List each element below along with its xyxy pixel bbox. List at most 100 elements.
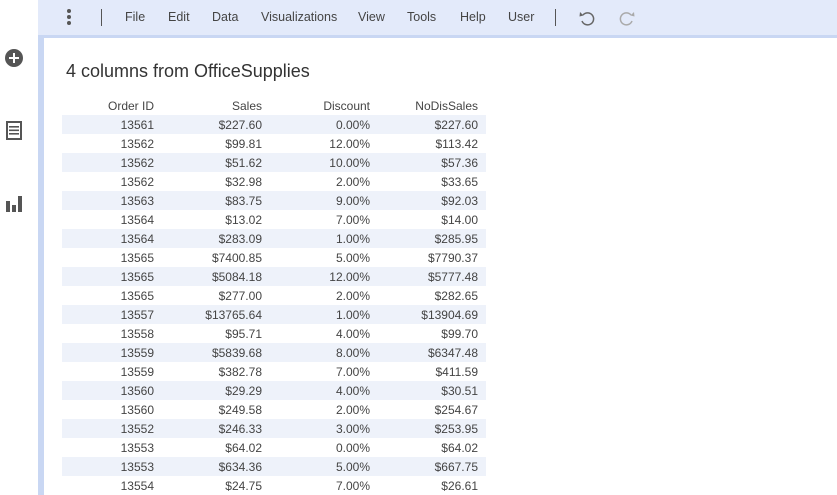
table-row[interactable]: 13559 $5839.68 8.00% $6347.48 — [62, 343, 486, 362]
discount-cell: 8.00% — [270, 343, 378, 362]
table-row[interactable]: 13553 $64.02 0.00% $64.02 — [62, 438, 486, 457]
order-id-cell: 13552 — [62, 419, 162, 438]
table-row[interactable]: 13560 $29.29 4.00% $30.51 — [62, 381, 486, 400]
table-row[interactable]: 13565 $7400.85 5.00% $7790.37 — [62, 248, 486, 267]
column-header-order-id[interactable]: Order ID — [62, 96, 162, 115]
discount-cell: 0.00% — [335, 440, 370, 455]
table-row[interactable]: 13562 $99.81 12.00% $113.42 — [62, 134, 486, 153]
nodissales-cell: $92.03 — [378, 191, 486, 210]
table-row[interactable]: 13560 $249.58 2.00% $254.67 — [62, 400, 486, 419]
left-rail — [0, 0, 38, 495]
discount-cell: 2.00% — [335, 402, 370, 417]
discount-cell: 4.00% — [270, 381, 378, 400]
sales-cell: $95.71 — [225, 326, 262, 341]
order-id-cell: 13557 — [62, 305, 162, 324]
table-row[interactable]: 13562 $32.98 2.00% $33.65 — [62, 172, 486, 191]
menu-file[interactable]: File — [125, 10, 145, 24]
table-row[interactable]: 13565 $5084.18 12.00% $5777.48 — [62, 267, 486, 286]
sales-cell: $13.02 — [225, 212, 262, 227]
nodissales-cell: $99.70 — [441, 326, 478, 341]
table-row[interactable]: 13559 $382.78 7.00% $411.59 — [62, 362, 486, 381]
nodissales-cell: $6347.48 — [378, 343, 486, 362]
sales-cell: $634.36 — [162, 457, 270, 476]
table-row[interactable]: 13558 $95.71 4.00% $99.70 — [62, 324, 486, 343]
menu-view[interactable]: View — [358, 10, 385, 24]
discount-cell: 1.00% — [270, 305, 378, 324]
order-id-cell: 13554 — [120, 478, 154, 493]
main-content: 4 columns from OfficeSupplies Order ID S… — [44, 38, 837, 495]
table-row[interactable]: 13564 $283.09 1.00% $285.95 — [62, 229, 486, 248]
table-row[interactable]: 13562 $51.62 10.00% $57.36 — [62, 153, 486, 172]
nodissales-cell: $667.75 — [378, 457, 486, 476]
order-id-cell: 13565 — [62, 267, 162, 286]
order-id-cell: 13559 — [62, 343, 162, 362]
table-row[interactable]: 13553 $634.36 5.00% $667.75 — [62, 457, 486, 476]
sales-cell: $51.62 — [162, 153, 270, 172]
table-row[interactable]: 13561 $227.60 0.00% $227.60 — [62, 115, 486, 134]
column-header-sales[interactable]: Sales — [162, 96, 270, 115]
order-id-cell: 13560 — [62, 381, 162, 400]
table-row[interactable]: 13554 $24.75 7.00% $26.61 — [62, 476, 486, 495]
order-id-cell: 13559 — [120, 364, 154, 379]
table-row[interactable]: 13557 $13765.64 1.00% $13904.69 — [62, 305, 486, 324]
discount-cell: 5.00% — [270, 457, 378, 476]
column-header-discount[interactable]: Discount — [270, 96, 378, 115]
sales-cell: $24.75 — [225, 478, 262, 493]
nodissales-cell: $113.42 — [435, 136, 479, 151]
discount-cell: 1.00% — [270, 229, 378, 248]
discount-cell: 10.00% — [270, 153, 378, 172]
menu-data[interactable]: Data — [212, 10, 238, 24]
sales-cell: $32.98 — [225, 174, 262, 189]
table-row[interactable]: 13563 $83.75 9.00% $92.03 — [62, 191, 486, 210]
discount-cell: 7.00% — [335, 364, 370, 379]
nodissales-cell: $254.67 — [434, 402, 478, 417]
discount-cell: 12.00% — [329, 136, 370, 151]
nodissales-cell: $253.95 — [378, 419, 486, 438]
redo-icon[interactable] — [618, 9, 636, 27]
sales-cell: $5839.68 — [162, 343, 270, 362]
menu-user[interactable]: User — [508, 10, 534, 24]
toolbar-separator — [101, 9, 102, 26]
order-id-cell: 13562 — [120, 136, 154, 151]
sales-cell: $64.02 — [225, 440, 262, 455]
order-id-cell: 13558 — [120, 326, 154, 341]
undo-icon[interactable] — [578, 9, 596, 27]
more-vert-icon[interactable] — [64, 9, 74, 27]
nodissales-cell: $5777.48 — [378, 267, 486, 286]
nodissales-cell: $227.60 — [378, 115, 486, 134]
menu-visualizations[interactable]: Visualizations — [261, 10, 337, 24]
menu-edit[interactable]: Edit — [168, 10, 190, 24]
bar-chart-icon[interactable] — [4, 193, 24, 213]
order-id-cell: 13560 — [120, 402, 154, 417]
menu-tools[interactable]: Tools — [407, 10, 436, 24]
discount-cell: 0.00% — [270, 115, 378, 134]
nodissales-cell: $64.02 — [441, 440, 478, 455]
toolbar-separator — [555, 9, 556, 26]
nodissales-cell: $33.65 — [441, 174, 478, 189]
nodissales-cell: $57.36 — [378, 153, 486, 172]
add-circle-icon[interactable] — [4, 48, 24, 68]
menu-help[interactable]: Help — [460, 10, 486, 24]
column-header-nodissales[interactable]: NoDisSales — [378, 96, 486, 115]
table-row[interactable]: 13552 $246.33 3.00% $253.95 — [62, 419, 486, 438]
discount-cell: 4.00% — [335, 326, 370, 341]
order-id-cell: 13561 — [62, 115, 162, 134]
nodissales-cell: $411.59 — [435, 364, 479, 379]
data-table-icon[interactable] — [4, 120, 24, 140]
sales-cell: $382.78 — [218, 364, 262, 379]
discount-cell: 7.00% — [335, 212, 370, 227]
sales-cell: $29.29 — [162, 381, 270, 400]
sales-cell: $246.33 — [162, 419, 270, 438]
table-row[interactable]: 13564 $13.02 7.00% $14.00 — [62, 210, 486, 229]
sales-cell: $13765.64 — [162, 305, 270, 324]
order-id-cell: 13565 — [120, 288, 154, 303]
discount-cell: 5.00% — [335, 250, 370, 265]
order-id-cell: 13553 — [62, 457, 162, 476]
table-row[interactable]: 13565 $277.00 2.00% $282.65 — [62, 286, 486, 305]
nodissales-cell: $30.51 — [378, 381, 486, 400]
table-body: 13561 $227.60 0.00% $227.60 13562 $99.81 12.00… — [62, 115, 486, 495]
sales-cell: $7400.85 — [211, 250, 262, 265]
data-table: Order ID Sales Discount NoDisSales 13561… — [62, 96, 486, 495]
order-id-cell: 13563 — [62, 191, 162, 210]
order-id-cell: 13565 — [120, 250, 154, 265]
